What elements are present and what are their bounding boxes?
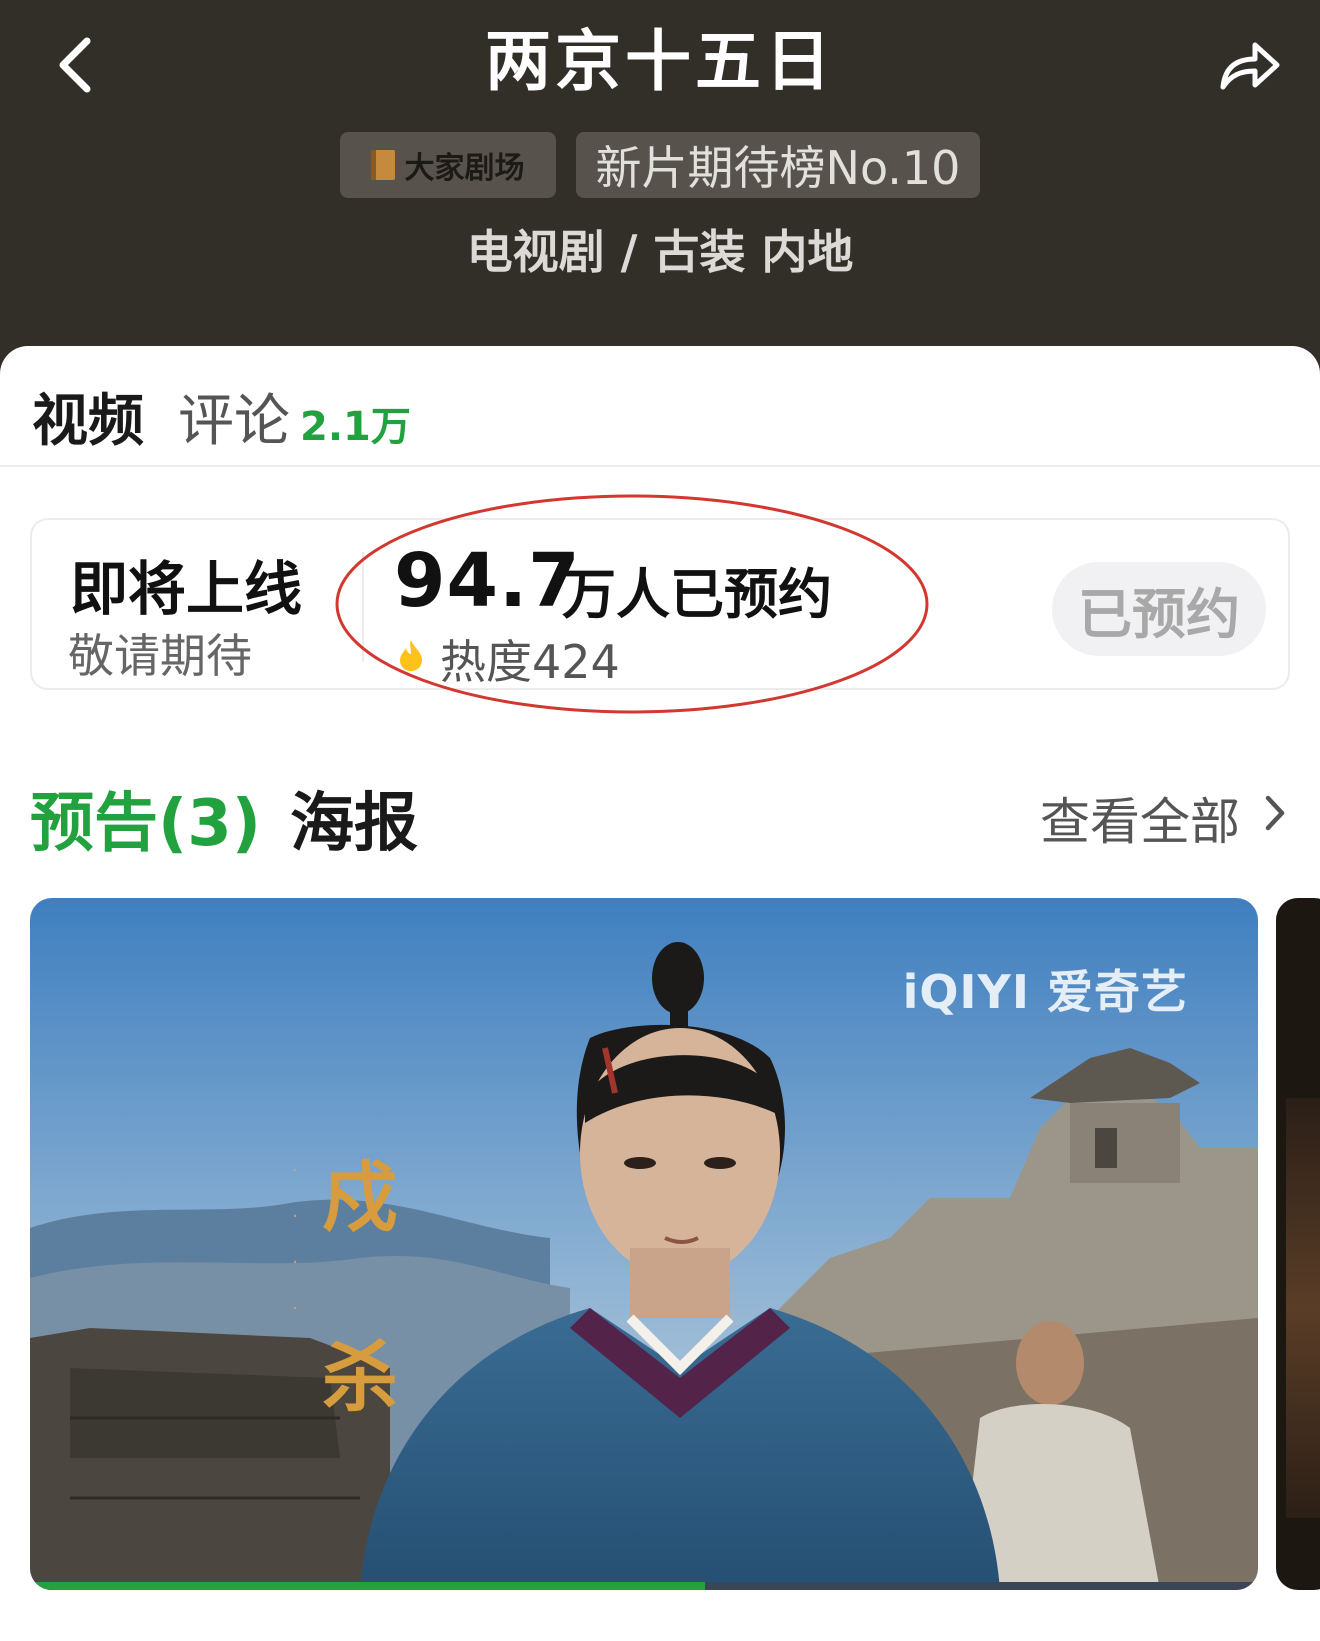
page-title: 两京十五日 xyxy=(485,23,835,100)
poster-credit-text: · · · · xyxy=(292,1160,298,1319)
chevron-right-icon[interactable] xyxy=(1262,790,1288,836)
video-progress-track xyxy=(30,1582,1258,1590)
release-status: 即将上线 xyxy=(70,555,303,623)
iqiyi-watermark: iQIYI 爱奇艺 xyxy=(902,965,1188,1019)
poster-calligraphy: 戍杀 xyxy=(322,1153,398,1422)
flame-icon xyxy=(400,640,422,671)
header: 两京十五日 大家剧场 新片期待榜No.10 电视剧 / 古装 内地 xyxy=(0,0,1320,390)
card-divider xyxy=(362,552,364,662)
next-trailer-card[interactable] xyxy=(1276,898,1320,1590)
reservation-count: 94.7 xyxy=(394,538,581,624)
video-progress-fill xyxy=(30,1582,706,1590)
see-all-link[interactable]: 查看全部 xyxy=(1040,782,1240,854)
release-status-subtitle: 敬请期待 xyxy=(68,629,252,683)
next-trailer-thumbnail xyxy=(1286,1098,1320,1518)
reserved-button[interactable]: 已预约 xyxy=(1052,562,1266,656)
tab-trailers[interactable]: 预告(3) xyxy=(30,772,261,864)
share-button[interactable] xyxy=(1210,28,1290,104)
tab-bar: 视频 评论 2.1万 xyxy=(0,346,1320,467)
share-arrow-icon xyxy=(1220,42,1280,90)
ranking-tag[interactable]: 新片期待榜No.10 xyxy=(575,132,981,198)
trailer-video-card[interactable]: · · · · 戍杀 iQIYI 爱奇艺 xyxy=(30,898,1258,1590)
reservation-card: 即将上线 敬请期待 94.7 万人已预约 热度424 已预约 xyxy=(30,518,1290,690)
genre-line: 电视剧 / 古装 内地 xyxy=(466,225,854,279)
reservation-count-suffix: 万人已预约 xyxy=(562,563,832,626)
heat-index: 热度424 xyxy=(440,635,620,689)
tab-video[interactable]: 视频 xyxy=(32,376,144,457)
tab-posters[interactable]: 海报 xyxy=(290,772,418,864)
tab-comments[interactable]: 评论 xyxy=(178,376,290,457)
book-icon xyxy=(370,150,395,180)
comment-count-badge: 2.1万 xyxy=(300,404,411,450)
theater-tag[interactable]: 大家剧场 xyxy=(339,132,556,198)
tag-row: 大家剧场 新片期待榜No.10 xyxy=(0,132,1320,200)
theater-tag-label: 大家剧场 xyxy=(404,151,525,186)
